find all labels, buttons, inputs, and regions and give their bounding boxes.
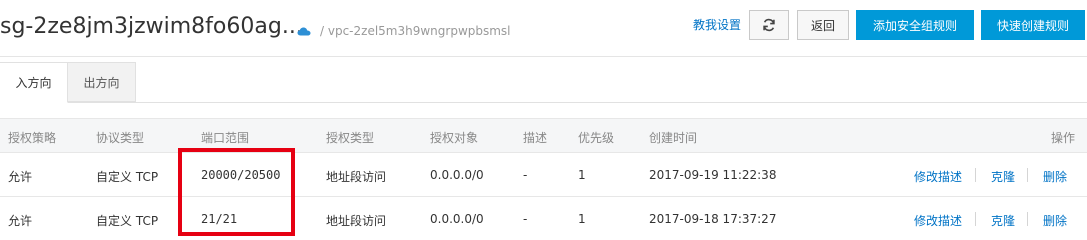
column-header-actions: 操作	[1051, 131, 1076, 145]
refresh-button[interactable]	[749, 10, 789, 40]
cell-description: -	[523, 212, 528, 226]
security-group-title: sg-2ze8jm3jzwim8fo60ag...	[0, 14, 303, 39]
action-divider	[975, 168, 976, 182]
cell-port: 21/21	[201, 212, 238, 226]
cell-protocol: 自定义 TCP	[96, 214, 159, 228]
table-row: 允许 自定义 TCP 20000/20500 地址段访问 0.0.0.0/0 -…	[0, 153, 1087, 197]
cell-auth-object: 0.0.0.0/0	[430, 212, 484, 226]
cell-auth-type: 地址段访问	[326, 170, 387, 184]
cell-created: 2017-09-19 11:22:38	[649, 168, 777, 182]
action-divider	[1027, 168, 1028, 182]
cell-policy: 允许	[8, 170, 33, 184]
table-header: 授权策略 协议类型 端口范围 授权类型 授权对象 描述 优先级 创建时间 操作	[0, 118, 1087, 153]
action-divider	[1027, 212, 1028, 226]
quick-create-rule-button[interactable]: 快速创建规则	[981, 10, 1085, 40]
column-header-created: 创建时间	[649, 131, 698, 145]
column-header-port: 端口范围	[201, 131, 250, 145]
cell-port: 20000/20500	[201, 168, 281, 182]
action-divider	[975, 212, 976, 226]
clone-link[interactable]: 克隆	[991, 168, 1015, 185]
tab-inbound[interactable]: 入方向	[0, 62, 68, 103]
column-header-priority: 优先级	[578, 131, 615, 145]
page-header: sg-2ze8jm3jzwim8fo60ag... / vpc-2zel5m3h…	[0, 0, 1087, 57]
delete-link[interactable]: 删除	[1043, 168, 1067, 185]
clone-link[interactable]: 克隆	[991, 212, 1015, 229]
help-link[interactable]: 教我设置	[693, 16, 741, 33]
delete-link[interactable]: 删除	[1043, 212, 1067, 229]
refresh-icon	[763, 18, 775, 32]
column-header-auth-type: 授权类型	[326, 131, 375, 145]
column-header-description: 描述	[523, 131, 548, 145]
cell-created: 2017-09-18 17:37:27	[649, 212, 777, 226]
cell-description: -	[523, 168, 528, 182]
add-rule-button[interactable]: 添加安全组规则	[856, 10, 974, 40]
cloud-icon	[297, 27, 311, 36]
vpc-id: / vpc-2zel5m3h9wngrpwpbsmsl	[320, 24, 511, 38]
edit-description-link[interactable]: 修改描述	[914, 212, 962, 229]
cell-priority: 1	[578, 168, 586, 182]
security-group-rules-page: sg-2ze8jm3jzwim8fo60ag... / vpc-2zel5m3h…	[0, 0, 1087, 240]
tab-outbound[interactable]: 出方向	[68, 62, 136, 102]
cell-protocol: 自定义 TCP	[96, 170, 159, 184]
edit-description-link[interactable]: 修改描述	[914, 168, 962, 185]
cell-auth-object: 0.0.0.0/0	[430, 168, 484, 182]
cell-auth-type: 地址段访问	[326, 214, 387, 228]
back-button[interactable]: 返回	[797, 10, 849, 40]
cell-policy: 允许	[8, 214, 33, 228]
cell-priority: 1	[578, 212, 586, 226]
column-header-policy: 授权策略	[8, 131, 57, 145]
column-header-auth-object: 授权对象	[430, 131, 479, 145]
column-header-protocol: 协议类型	[96, 131, 145, 145]
table-row: 允许 自定义 TCP 21/21 地址段访问 0.0.0.0/0 - 1 201…	[0, 197, 1087, 240]
direction-tabs: 入方向 出方向	[0, 62, 1087, 103]
